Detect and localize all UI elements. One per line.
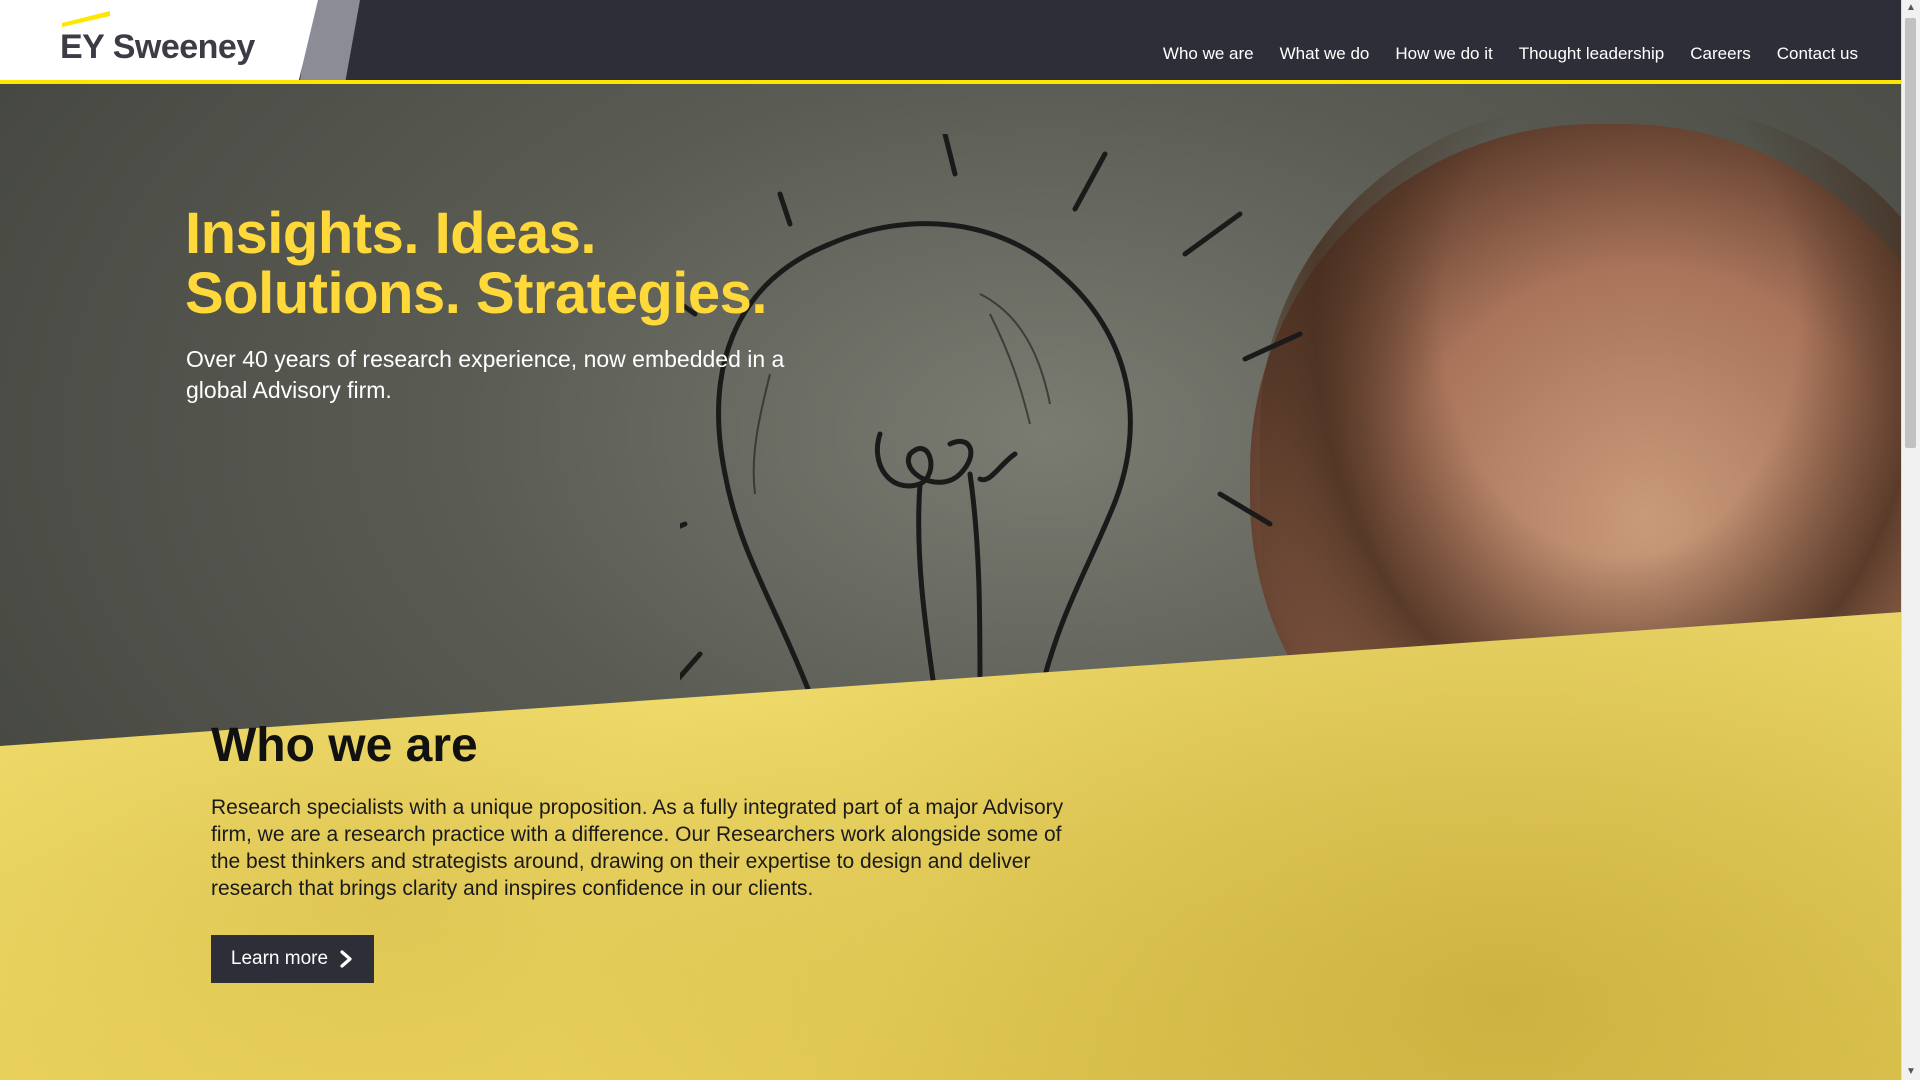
chevron-right-icon bbox=[340, 950, 352, 968]
hero-title: Insights. Ideas. Solutions. Strategies. bbox=[185, 201, 768, 326]
logo[interactable]: EY Sweeney bbox=[0, 0, 318, 80]
hero-title-line2: Solutions. Strategies. bbox=[185, 261, 768, 326]
section-title-who-we-are: Who we are bbox=[211, 719, 478, 772]
main-nav: Who we are What we do How we do it Thoug… bbox=[1163, 44, 1858, 64]
nav-item-careers[interactable]: Careers bbox=[1690, 44, 1750, 64]
scroll-up-arrow-icon[interactable]: ▲ bbox=[1902, 0, 1920, 16]
learn-more-label: Learn more bbox=[230, 948, 329, 969]
logo-ey: EY bbox=[60, 28, 104, 66]
header-accent-bar bbox=[0, 80, 1902, 84]
nav-item-what-we-do[interactable]: What we do bbox=[1280, 44, 1370, 64]
learn-more-button[interactable]: Learn more bbox=[211, 935, 374, 983]
nav-item-thought-leadership[interactable]: Thought leadership bbox=[1519, 44, 1665, 64]
logo-text: EY Sweeney bbox=[60, 28, 255, 67]
logo-name: Sweeney bbox=[112, 28, 256, 66]
hero-banner: Insights. Ideas. Solutions. Strategies. … bbox=[0, 84, 1902, 1080]
hero-title-line1: Insights. Ideas. bbox=[185, 201, 597, 266]
ey-beam-icon bbox=[62, 11, 110, 27]
scroll-down-arrow-icon[interactable]: ▼ bbox=[1902, 1064, 1920, 1080]
hero-subtitle: Over 40 years of research experience, no… bbox=[186, 346, 785, 403]
vertical-scrollbar[interactable]: ▲ ▼ bbox=[1901, 0, 1920, 1080]
scroll-thumb[interactable] bbox=[1905, 18, 1916, 448]
site-header: EY Sweeney Who we are What we do How we … bbox=[0, 0, 1902, 80]
nav-item-contact-us[interactable]: Contact us bbox=[1777, 44, 1858, 64]
nav-item-who-we-are[interactable]: Who we are bbox=[1163, 44, 1254, 64]
nav-item-how-we-do-it[interactable]: How we do it bbox=[1395, 44, 1492, 64]
section-body-who-we-are: Research specialists with a unique propo… bbox=[211, 796, 1064, 900]
